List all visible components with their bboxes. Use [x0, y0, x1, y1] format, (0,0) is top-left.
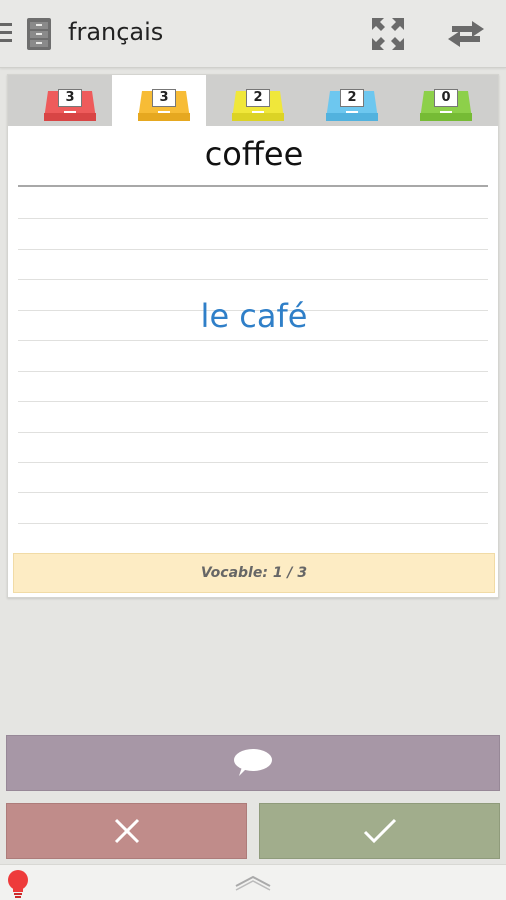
file-cabinet-icon[interactable]	[26, 17, 52, 51]
box-count: 2	[246, 89, 270, 107]
box-tabs: 3 3 2 2 0	[8, 75, 498, 126]
ruled-line	[18, 279, 488, 280]
chevron-up-icon[interactable]	[234, 873, 272, 891]
box-count: 0	[434, 89, 458, 107]
wrong-answer-button[interactable]	[6, 803, 247, 859]
box-count: 2	[340, 89, 364, 107]
box-tab-5[interactable]: 0	[394, 75, 488, 126]
ruled-line	[18, 492, 488, 493]
flashcard: 3 3 2 2 0 coffee le café Vocable: 1 / 3	[7, 74, 499, 598]
box-tab-3[interactable]: 2	[206, 75, 300, 126]
speech-bubble-icon	[234, 749, 272, 776]
ruled-line	[18, 218, 488, 219]
correct-answer-button[interactable]	[259, 803, 500, 859]
lightbulb-icon[interactable]	[6, 869, 30, 899]
answer-text: le café	[200, 297, 308, 335]
x-icon	[114, 818, 139, 844]
question-text: coffee	[204, 135, 304, 173]
ruled-line	[18, 340, 488, 341]
ruled-line	[18, 432, 488, 433]
ruled-line	[18, 401, 488, 402]
ruled-line	[18, 249, 488, 250]
box-count: 3	[152, 89, 176, 107]
expand-arrows-icon[interactable]	[370, 16, 406, 52]
app-title: français	[68, 18, 164, 46]
checkmark-icon	[363, 818, 396, 844]
ruled-line	[18, 462, 488, 463]
ruled-line	[18, 371, 488, 372]
hamburger-icon[interactable]	[0, 22, 12, 44]
ruled-line	[18, 523, 488, 524]
box-tab-1[interactable]: 3	[18, 75, 112, 126]
vocable-counter: Vocable: 1 / 3	[13, 553, 495, 593]
box-tab-2[interactable]: 3	[112, 75, 206, 126]
bottom-bar	[0, 864, 506, 900]
box-count: 3	[58, 89, 82, 107]
swap-arrows-icon[interactable]	[446, 18, 486, 50]
action-bar: français	[0, 0, 506, 68]
question-divider	[18, 185, 488, 187]
reveal-answer-button[interactable]	[6, 735, 500, 791]
box-tab-4[interactable]: 2	[300, 75, 394, 126]
